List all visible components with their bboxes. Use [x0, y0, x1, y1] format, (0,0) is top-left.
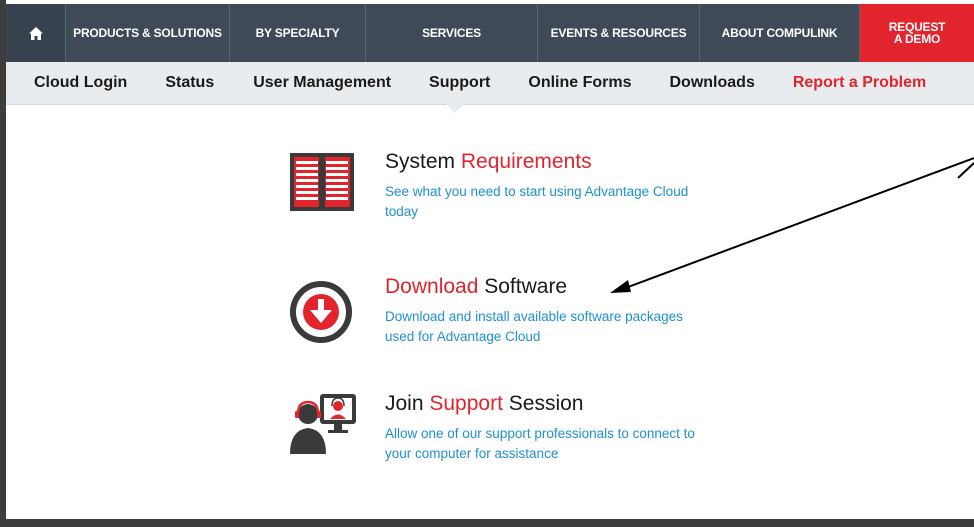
- nav-by-specialty[interactable]: BY SPECIALTY: [230, 4, 366, 62]
- download-software-entry: Download Software Download and install a…: [288, 275, 708, 355]
- nav-products-solutions[interactable]: PRODUCTS & SOLUTIONS: [66, 4, 230, 62]
- subnav-status[interactable]: Status: [165, 74, 214, 92]
- join-support-session-entry: Join Support Session Allow one of our su…: [288, 392, 708, 472]
- download-software-title[interactable]: Download Software: [385, 275, 567, 299]
- title-part: Join: [385, 392, 430, 415]
- subnav-report-problem[interactable]: Report a Problem: [793, 74, 926, 92]
- title-part: System: [385, 150, 461, 173]
- window-border-bottom: [0, 519, 974, 527]
- subnav-cloud-login[interactable]: Cloud Login: [34, 74, 127, 92]
- request-demo-line2: A DEMO: [893, 32, 941, 46]
- join-support-session-link[interactable]: Allow one of our support professionals t…: [385, 424, 705, 464]
- subnav-user-management[interactable]: User Management: [253, 74, 391, 92]
- nav-events-resources[interactable]: EVENTS & RESOURCES: [538, 4, 700, 62]
- home-icon: [28, 26, 43, 40]
- request-demo-button[interactable]: REQUEST A DEMO: [860, 4, 974, 62]
- title-highlight: Requirements: [460, 150, 592, 173]
- system-requirements-title[interactable]: System Requirements: [385, 150, 592, 174]
- download-software-link[interactable]: Download and install available software …: [385, 307, 705, 347]
- title-highlight: Download: [385, 275, 479, 298]
- nav-about-compulink[interactable]: ABOUT COMPULINK: [700, 4, 860, 62]
- active-tab-indicator: [446, 104, 464, 113]
- subnav-downloads[interactable]: Downloads: [670, 74, 755, 92]
- subnav-support[interactable]: Support: [429, 74, 490, 92]
- download-circle-icon[interactable]: [288, 279, 354, 350]
- top-navigation-bar: PRODUCTS & SOLUTIONS BY SPECIALTY SERVIC…: [6, 4, 974, 62]
- nav-services[interactable]: SERVICES: [366, 4, 538, 62]
- system-requirements-link[interactable]: See what you need to start using Advanta…: [385, 182, 705, 222]
- title-highlight: Support: [429, 392, 503, 415]
- join-support-session-title[interactable]: Join Support Session: [385, 392, 583, 416]
- support-session-icon[interactable]: [288, 392, 358, 465]
- home-button[interactable]: [6, 4, 66, 62]
- title-part: Session: [502, 392, 584, 415]
- document-icon[interactable]: [288, 150, 356, 219]
- subnav-online-forms[interactable]: Online Forms: [528, 74, 631, 92]
- title-part: Software: [478, 275, 568, 298]
- system-requirements-entry: System Requirements See what you need to…: [288, 150, 708, 220]
- sub-navigation-bar: Cloud Login Status User Management Suppo…: [6, 62, 974, 105]
